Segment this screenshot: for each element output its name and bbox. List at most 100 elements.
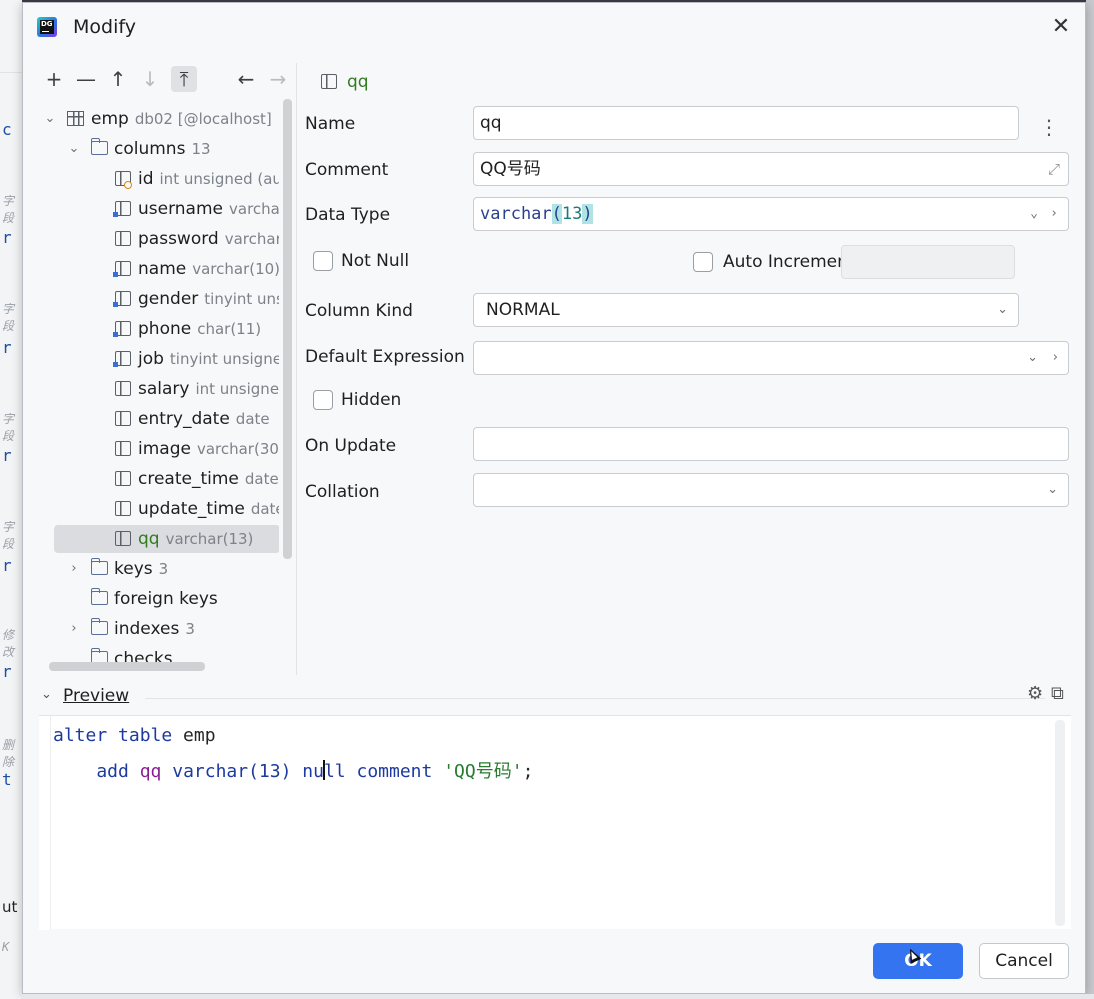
tree-column-row[interactable]: job tinyint unsigned xyxy=(39,345,279,373)
folder-count: 13 xyxy=(191,140,211,158)
table-icon xyxy=(67,111,84,126)
column-name: name xyxy=(138,259,187,279)
on-update-input[interactable] xyxy=(473,427,1069,461)
tree-vertical-scrollbar[interactable] xyxy=(283,99,292,559)
gear-icon[interactable]: ⚙ xyxy=(1027,683,1043,704)
sql-line-2: add qq varchar(13) null comment 'QQ号码'; xyxy=(53,760,534,782)
move-up-icon[interactable]: ↑ xyxy=(105,66,131,92)
tree-column-row[interactable]: salary int unsigned xyxy=(39,375,279,403)
editor-gutter xyxy=(39,716,51,930)
folder-icon xyxy=(91,138,108,155)
data-type-input[interactable]: varchar(13) ⌄ › xyxy=(473,197,1069,231)
hidden-checkbox[interactable] xyxy=(313,390,333,410)
column-name: id xyxy=(138,169,154,189)
more-vertical-icon[interactable]: ⋮ xyxy=(1039,113,1059,141)
column-type: varchar(50 xyxy=(224,230,279,248)
column-type: int unsigned (auto xyxy=(159,170,279,188)
chevron-right-icon[interactable]: › xyxy=(1053,342,1058,374)
tree-node-columns[interactable]: ⌄ columns 13 xyxy=(39,135,279,163)
column-type: int unsigned xyxy=(195,380,279,398)
background-status-strip xyxy=(22,994,1094,999)
tree-column-row[interactable]: update_time datetin xyxy=(39,495,279,523)
chevron-down-icon[interactable]: ⌄ xyxy=(41,687,52,702)
preview-section-header[interactable]: ⌄ Preview ⚙ ⧉ xyxy=(39,683,1069,713)
tree-column-row[interactable]: password varchar(50 xyxy=(39,225,279,253)
column-icon xyxy=(115,531,131,546)
preview-title[interactable]: Preview xyxy=(63,686,129,706)
divider xyxy=(145,698,1045,699)
expand-icon[interactable]: ⤢ xyxy=(1048,153,1060,185)
dialog-title: Modify xyxy=(73,16,136,38)
chevron-down-icon[interactable]: ⌄ xyxy=(67,135,81,163)
tree-node-indexes[interactable]: › indexes 3 xyxy=(39,615,279,643)
column-kind-select[interactable]: NORMAL ⌄ xyxy=(473,293,1019,327)
chevron-right-icon[interactable]: › xyxy=(67,555,81,583)
chevron-down-icon[interactable]: ⌄ xyxy=(43,105,57,133)
column-name: password xyxy=(138,229,219,249)
not-null-checkbox[interactable] xyxy=(313,251,333,271)
column-name: entry_date xyxy=(138,409,230,429)
column-type: char(11) xyxy=(197,320,262,338)
back-arrow-icon[interactable]: ← xyxy=(233,66,259,92)
comment-input[interactable]: QQ号码 ⤢ xyxy=(473,152,1069,186)
tree-column-row-selected[interactable]: qq varchar(13) xyxy=(54,525,279,553)
column-properties-form: qq Name qq ⋮ Comment QQ号码 ⤢ Data Type va… xyxy=(303,63,1073,675)
name-input[interactable]: qq xyxy=(473,106,1019,140)
auto-increment-label: Auto Increment xyxy=(723,252,855,272)
editor-vertical-scrollbar[interactable] xyxy=(1055,720,1065,926)
selected-column-header: qq xyxy=(321,70,369,94)
column-name: qq xyxy=(138,529,160,549)
tree-column-row[interactable]: id int unsigned (auto xyxy=(39,165,279,193)
tree-column-row[interactable]: phone char(11) xyxy=(39,315,279,343)
chevron-right-icon[interactable]: › xyxy=(67,615,81,643)
collation-select[interactable]: ⌄ xyxy=(473,473,1069,507)
column-kind-value: NORMAL xyxy=(486,300,560,320)
tree-column-row[interactable]: name varchar(10) xyxy=(39,255,279,283)
tree-node-table[interactable]: ⌄ emp db02 [@localhost] xyxy=(39,105,279,133)
column-icon xyxy=(115,441,131,456)
column-name: create_time xyxy=(138,469,239,489)
primary-key-column-icon xyxy=(115,171,132,189)
forward-arrow-icon[interactable]: → xyxy=(265,66,291,92)
close-icon[interactable]: ✕ xyxy=(1049,15,1073,39)
column-type: date xyxy=(235,410,270,428)
add-icon[interactable]: + xyxy=(41,66,67,92)
sql-preview-editor[interactable]: alter table emp add qq varchar(13) null … xyxy=(39,715,1071,930)
folder-icon xyxy=(91,558,108,575)
open-in-window-icon[interactable]: ⧉ xyxy=(1051,683,1064,704)
remove-icon[interactable]: — xyxy=(73,66,99,92)
background-editor-strip: c 字段 r 字段 r 字段 r 字段 r 修改 r 删除 t ut K xyxy=(0,0,22,999)
tree-horizontal-scrollbar[interactable] xyxy=(49,662,205,671)
tree-column-row[interactable]: create_time datetim xyxy=(39,465,279,493)
chevron-down-icon[interactable]: ⌄ xyxy=(1047,474,1058,506)
tree-column-row[interactable]: entry_date date xyxy=(39,405,279,433)
tree-column-row[interactable]: image varchar(300) xyxy=(39,435,279,463)
background-glyph: c xyxy=(2,120,12,139)
default-expression-input[interactable]: ⌄ › xyxy=(473,341,1069,375)
tree-node-foreign-keys[interactable]: foreign keys xyxy=(39,585,279,613)
tree-node-keys[interactable]: › keys 3 xyxy=(39,555,279,583)
folder-label: foreign keys xyxy=(114,589,218,609)
column-icon xyxy=(115,471,131,486)
default-expression-label: Default Expression xyxy=(305,347,465,367)
not-null-label: Not Null xyxy=(341,251,410,271)
column-icon xyxy=(115,231,131,246)
column-type: tinyint unsigned xyxy=(169,350,279,368)
chevron-right-icon[interactable]: › xyxy=(1050,198,1058,230)
move-down-icon[interactable]: ↓ xyxy=(137,66,163,92)
table-name: emp xyxy=(91,109,129,129)
chevron-down-icon[interactable]: ⌄ xyxy=(1027,342,1038,374)
chevron-down-icon[interactable]: ⌄ xyxy=(997,294,1008,326)
indexed-column-icon xyxy=(113,261,131,277)
chevron-down-icon[interactable]: ⌄ xyxy=(1030,198,1038,230)
tree-column-row[interactable]: username varchar(20 xyxy=(39,195,279,223)
folder-label: indexes xyxy=(114,619,180,639)
auto-increment-checkbox[interactable] xyxy=(693,252,713,272)
ok-button[interactable]: OK xyxy=(873,943,963,979)
column-type: varchar(300) xyxy=(196,440,279,458)
cancel-button[interactable]: Cancel xyxy=(979,943,1069,979)
column-type: tinyint unsign xyxy=(204,290,279,308)
move-top-icon[interactable]: ⤒ xyxy=(171,66,197,92)
column-kind-label: Column Kind xyxy=(305,301,413,321)
tree-column-row[interactable]: gender tinyint unsign xyxy=(39,285,279,313)
